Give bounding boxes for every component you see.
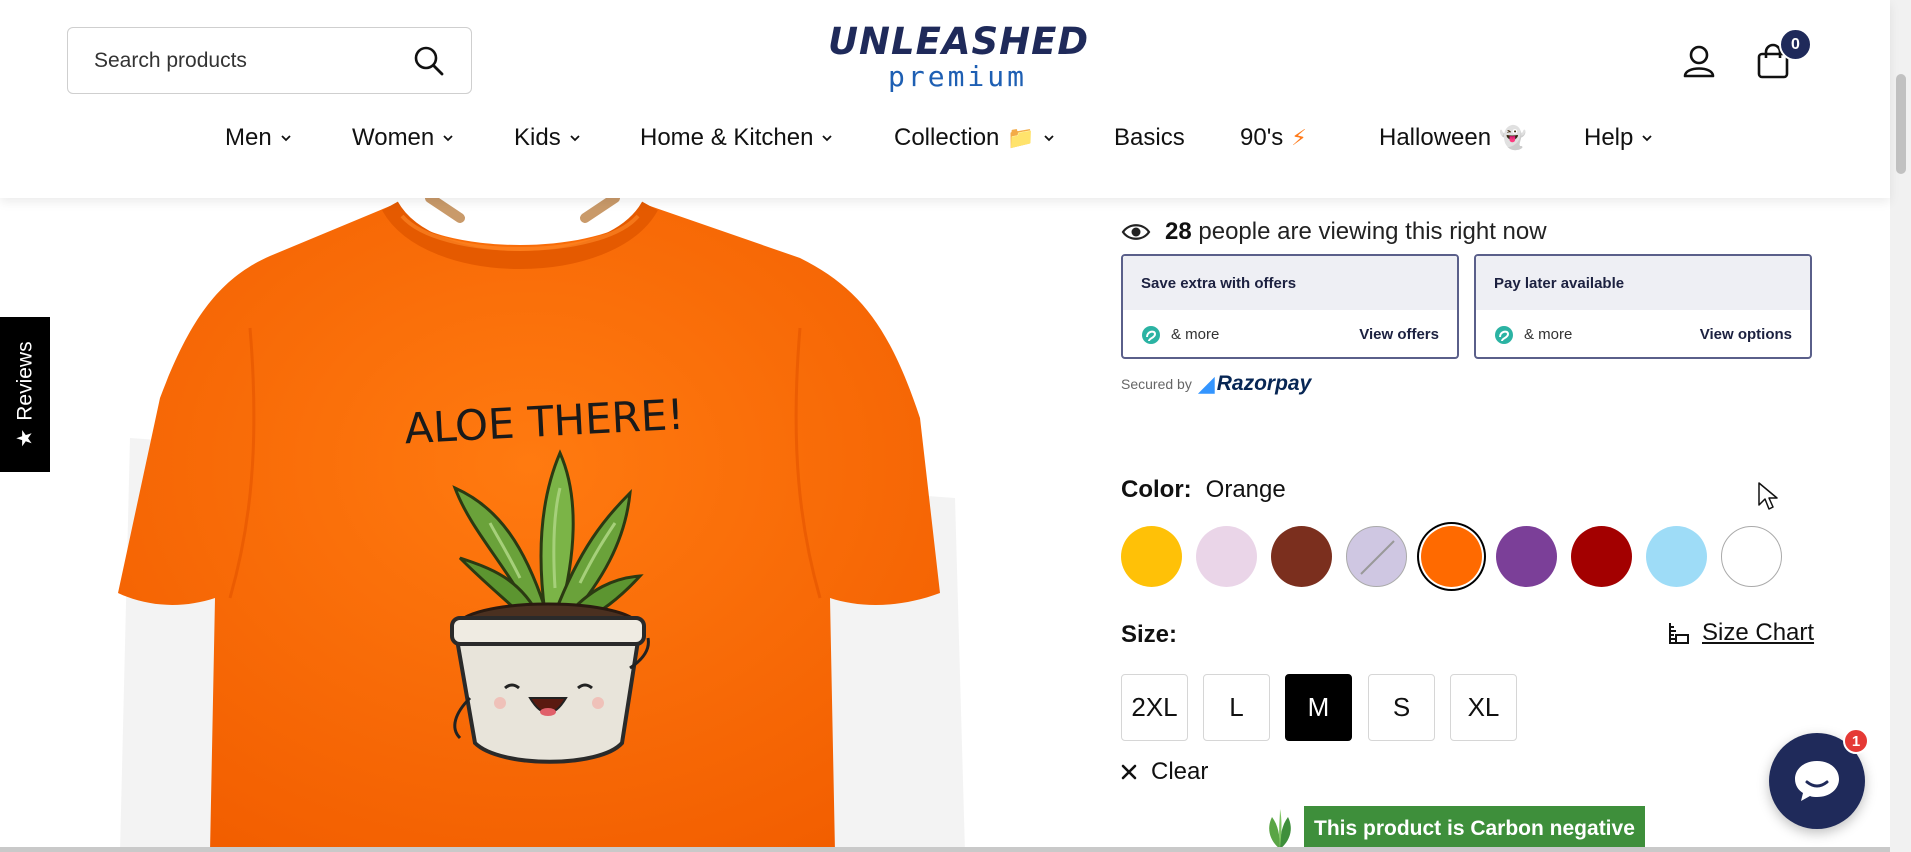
reviews-tab-label: Reviews <box>13 341 36 421</box>
cart-count-badge: 0 <box>1779 28 1812 61</box>
carbon-negative-text: This product is Carbon negative <box>1304 806 1645 852</box>
color-swatch-light-pink[interactable] <box>1196 526 1257 587</box>
search-input[interactable] <box>94 48 413 73</box>
size-option-m[interactable]: M <box>1285 674 1352 741</box>
leaf-icon <box>1269 809 1291 849</box>
nav-label: Kids <box>514 124 561 151</box>
nav-item-help[interactable]: Help <box>1584 124 1653 152</box>
size-option-2xl[interactable]: 2XL <box>1121 674 1188 741</box>
secured-label: Secured by <box>1121 376 1192 392</box>
color-swatch-purple[interactable] <box>1496 526 1557 587</box>
offers-widget[interactable]: Save extra with offers & more View offer… <box>1121 254 1459 359</box>
nav-label: Women <box>352 124 435 151</box>
color-swatch-yellow[interactable] <box>1121 526 1182 587</box>
color-label: Color: <box>1121 476 1192 503</box>
nav-item-halloween[interactable]: Halloween 👻 <box>1379 124 1526 152</box>
logo-subtitle: premium <box>888 60 1028 93</box>
chevron-down-icon <box>443 135 453 142</box>
nav-label: Men <box>225 124 272 151</box>
nav-item-women[interactable]: Women <box>352 124 454 152</box>
nav-label: Help <box>1584 124 1634 151</box>
close-icon <box>1121 764 1137 780</box>
search-icon[interactable] <box>413 45 445 77</box>
nav-label: Home & Kitchen <box>640 124 814 151</box>
user-account-icon[interactable] <box>1682 44 1716 78</box>
nav-label: Basics <box>1114 124 1185 151</box>
nav-item-basics[interactable]: Basics <box>1114 124 1185 152</box>
product-image[interactable]: ALOE THERE! <box>0 198 1050 852</box>
offer-title: Save extra with offers <box>1123 256 1457 310</box>
nav-label: Halloween <box>1379 124 1492 151</box>
color-swatch-sky-blue[interactable] <box>1646 526 1707 587</box>
color-swatch-white[interactable] <box>1721 526 1782 587</box>
color-swatch-lavender[interactable] <box>1346 526 1407 587</box>
ghost-icon: 👻 <box>1499 125 1527 150</box>
chevron-down-icon <box>1642 135 1652 142</box>
chat-bubble-icon <box>1795 761 1839 801</box>
carbon-negative-badge: This product is Carbon negative <box>1262 806 1645 852</box>
nav-label: 90's <box>1240 124 1284 151</box>
size-option-l[interactable]: L <box>1203 674 1270 741</box>
nav-label: Collection <box>894 124 1000 151</box>
chat-notification-badge: 1 <box>1843 728 1869 754</box>
viewer-count: 28 <box>1165 218 1192 245</box>
main-nav: Men Women Kids Home & Kitchen Collection… <box>0 124 1890 164</box>
reviews-side-tab[interactable]: ★ Reviews <box>0 317 50 472</box>
secured-by-razorpay: Secured by ◢ Razorpay <box>1121 371 1311 397</box>
size-label: Size: <box>1121 621 1178 648</box>
razorpay-slash-icon: ◢ <box>1197 371 1215 396</box>
tshirt-image: ALOE THERE! <box>118 198 965 852</box>
chevron-down-icon <box>281 135 291 142</box>
nav-item-home-kitchen[interactable]: Home & Kitchen <box>640 124 833 152</box>
offer-title: Pay later available <box>1476 256 1810 310</box>
clear-selection-button[interactable]: Clear <box>1121 758 1208 786</box>
chevron-down-icon <box>1044 135 1054 142</box>
size-chart-label: Size Chart <box>1702 619 1815 646</box>
nav-item-kids[interactable]: Kids <box>514 124 581 152</box>
ruler-icon <box>1669 623 1689 644</box>
clear-label: Clear <box>1151 758 1209 785</box>
viewer-text: people are viewing this right now <box>1198 218 1547 245</box>
scrollbar-thumb[interactable] <box>1896 74 1906 174</box>
razorpay-brand: Razorpay <box>1216 372 1312 395</box>
payment-provider-icon <box>1495 325 1513 344</box>
size-option-xl[interactable]: XL <box>1450 674 1517 741</box>
offer-more-text: & more <box>1171 326 1220 343</box>
bottom-divider <box>0 847 1890 852</box>
logo-wordmark: UNLEASHED <box>828 20 1090 63</box>
nav-item-collection[interactable]: Collection 📁 <box>894 124 1055 152</box>
size-chart-link[interactable]: Size Chart <box>1666 619 1814 647</box>
search-box[interactable] <box>67 27 472 94</box>
site-header: UNLEASHED premium 0 Men Women Kids Home … <box>0 0 1890 198</box>
folder-icon: 📁 <box>1007 125 1035 150</box>
mouse-cursor-icon <box>1758 482 1778 510</box>
payment-provider-icon <box>1142 325 1160 344</box>
lightning-icon: ⚡ <box>1291 125 1307 150</box>
view-options-link[interactable]: View options <box>1700 326 1792 343</box>
nav-item-90s[interactable]: 90's ⚡ <box>1240 124 1307 152</box>
chevron-down-icon <box>822 135 833 142</box>
nav-item-men[interactable]: Men <box>225 124 292 152</box>
site-logo[interactable]: UNLEASHED premium <box>828 20 1090 98</box>
chevron-down-icon <box>570 135 580 142</box>
view-offers-link[interactable]: View offers <box>1359 326 1439 343</box>
live-viewers-indicator: 28 people are viewing this right now <box>1121 218 1547 246</box>
offer-more-text: & more <box>1524 326 1573 343</box>
color-swatch-orange[interactable] <box>1421 526 1482 587</box>
razorpay-logo: ◢ Razorpay <box>1198 371 1311 397</box>
selected-color: Orange <box>1205 476 1286 503</box>
star-icon: ★ <box>13 428 37 448</box>
color-selector-label: Color: Orange <box>1121 476 1286 504</box>
color-swatch-brown[interactable] <box>1271 526 1332 587</box>
color-swatch-red[interactable] <box>1571 526 1632 587</box>
eye-icon <box>1121 224 1151 240</box>
size-option-s[interactable]: S <box>1368 674 1435 741</box>
pay-later-widget[interactable]: Pay later available & more View options <box>1474 254 1812 359</box>
